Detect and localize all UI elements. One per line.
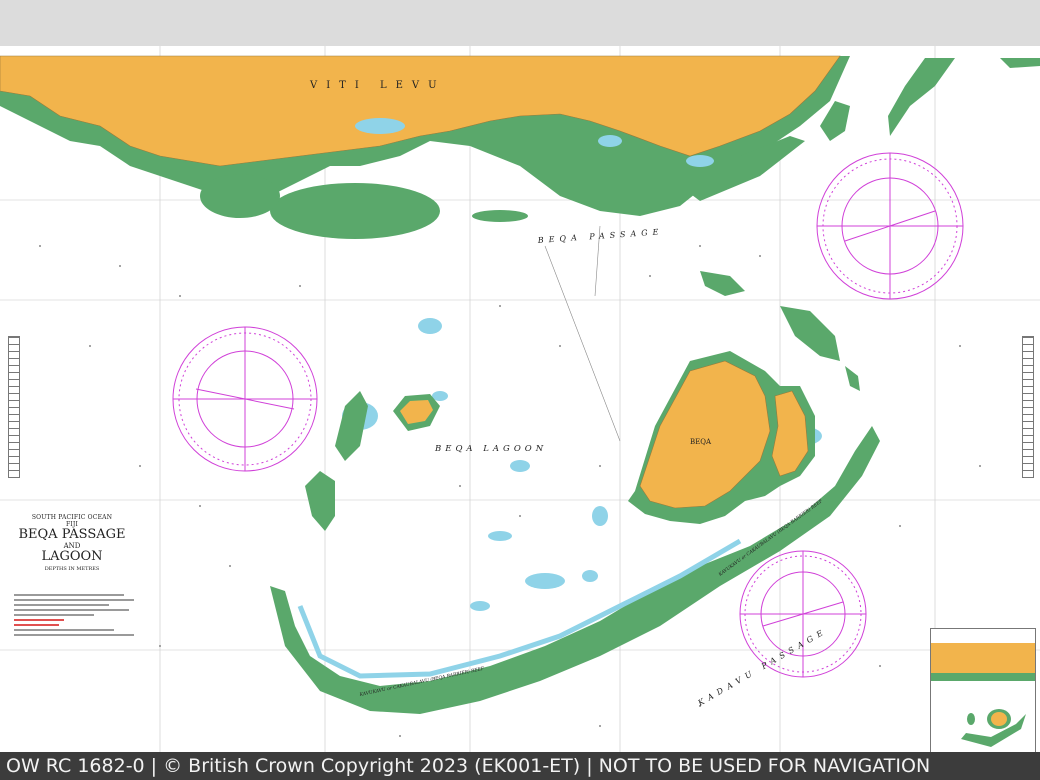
top-band bbox=[0, 0, 1040, 46]
beqa-ne-reef bbox=[845, 366, 860, 391]
beqa-lagoon-label: BEQA LAGOON bbox=[434, 444, 547, 454]
beqa-label: BEQA bbox=[690, 438, 712, 446]
western-reef-2 bbox=[305, 471, 335, 531]
northeast-reef-1 bbox=[888, 58, 955, 136]
nautical-chart: VITI LEVU BEQA PASSAGE BEQA LAGOON BEQA … bbox=[0, 46, 1040, 752]
title-depths: DEPTHS IN METRES bbox=[44, 566, 100, 572]
chart-canvas: VITI LEVU BEQA PASSAGE BEQA LAGOON BEQA … bbox=[0, 46, 1040, 752]
compass-rose-west bbox=[172, 326, 318, 472]
chart-notes bbox=[14, 591, 144, 639]
inset-map bbox=[931, 643, 1035, 747]
source-diagram-inset bbox=[930, 628, 1036, 752]
latitude-scale-right bbox=[1022, 336, 1034, 478]
title-line-3: LAGOON bbox=[41, 549, 103, 564]
chart-title-block: SOUTH PACIFIC OCEAN FIJI BEQA PASSAGE AN… bbox=[12, 514, 132, 572]
northeast-reef-2 bbox=[820, 101, 850, 141]
suva-reef bbox=[270, 183, 440, 239]
beqa-north-reef bbox=[700, 271, 745, 296]
copyright-footer: OW RC 1682-0 | © British Crown Copyright… bbox=[0, 752, 1040, 780]
title-line-1: BEQA PASSAGE bbox=[18, 527, 126, 542]
beqa-passage-label: BEQA PASSAGE bbox=[537, 227, 664, 245]
reef-mid bbox=[472, 210, 528, 222]
viti-levu-label: VITI LEVU bbox=[309, 80, 446, 91]
latitude-scale-left bbox=[8, 336, 20, 478]
reef-west bbox=[200, 174, 280, 218]
track-lines bbox=[544, 225, 621, 442]
beqa-east-reef bbox=[780, 306, 840, 361]
compass-rose-southeast bbox=[739, 550, 867, 678]
title-ocean: SOUTH PACIFIC OCEAN bbox=[31, 514, 113, 521]
northeast-reef-3 bbox=[1000, 58, 1040, 68]
western-reef-1 bbox=[335, 391, 368, 461]
kadavu-passage-label: KADAVU PASSAGE bbox=[696, 626, 829, 708]
compass-rose-northeast bbox=[816, 152, 964, 300]
